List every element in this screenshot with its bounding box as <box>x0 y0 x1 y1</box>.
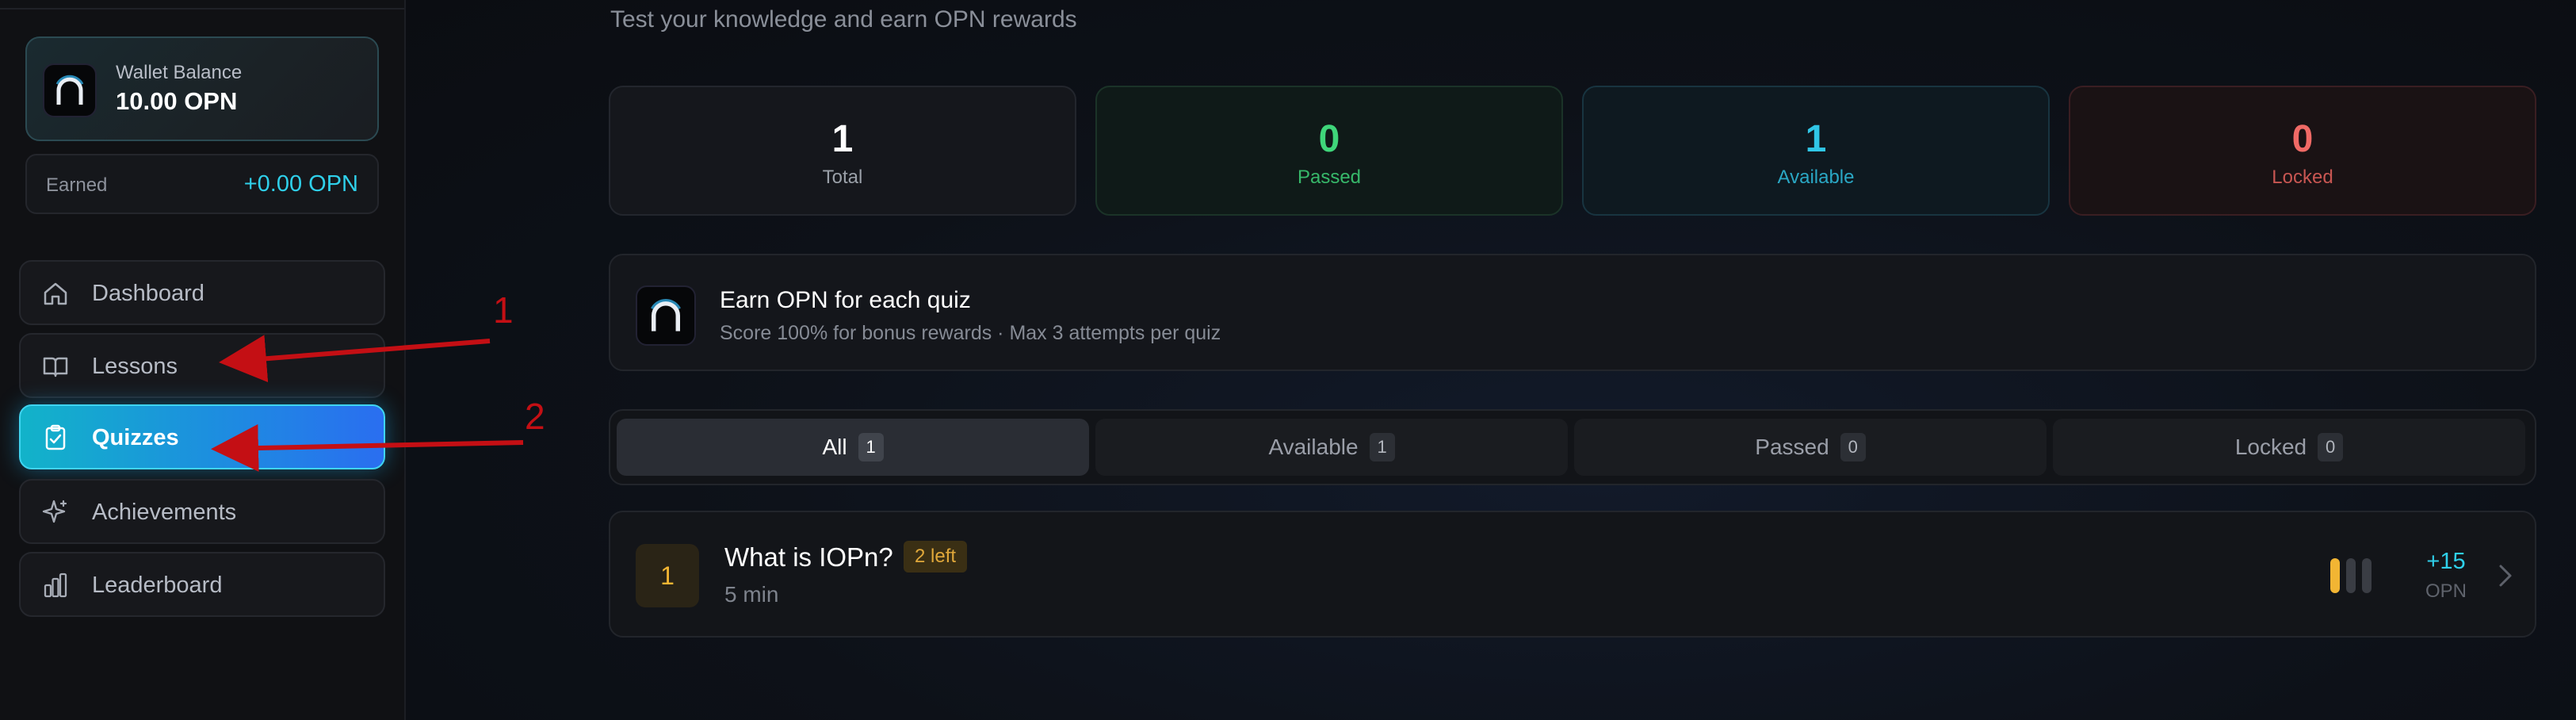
annotation-label-2: 2 <box>525 396 545 437</box>
sidebar-divider <box>0 8 404 10</box>
sidebar-item-achievements[interactable]: Achievements <box>19 479 385 544</box>
attempts-left-badge: 2 left <box>904 541 968 573</box>
attempt-bar <box>2346 558 2356 593</box>
tab-all[interactable]: All 1 <box>617 419 1089 476</box>
tab-label: Passed <box>1755 435 1829 459</box>
attempt-bar <box>2362 558 2372 593</box>
stat-value: 0 <box>1318 118 1340 160</box>
stat-value: 0 <box>2291 118 2314 160</box>
opn-logo-icon <box>43 63 97 117</box>
quiz-reward-unit: OPN <box>2425 580 2467 602</box>
quiz-title: What is IOPn? <box>724 542 893 572</box>
tab-passed[interactable]: Passed 0 <box>1574 419 2047 476</box>
sidebar-item-label: Quizzes <box>92 425 179 450</box>
earned-card: Earned +0.00 OPN <box>25 154 379 214</box>
sidebar-item-quizzes[interactable]: Quizzes <box>19 404 385 469</box>
book-icon <box>43 357 68 377</box>
quiz-filter-tabs: All 1 Available 1 Passed 0 Locked 0 <box>609 409 2536 485</box>
sidebar-item-lessons[interactable]: Lessons <box>19 333 385 398</box>
sidebar-item-label: Lessons <box>92 354 178 379</box>
wallet-balance-label: Wallet Balance <box>116 62 243 83</box>
home-icon <box>44 282 67 305</box>
sidebar-item-label: Leaderboard <box>92 573 223 598</box>
wallet-balance-value: 10.00 OPN <box>116 87 238 115</box>
wallet-card: Wallet Balance 10.00 OPN <box>25 36 379 141</box>
annotation-label-1: 1 <box>493 289 514 331</box>
quiz-number: 1 <box>636 544 699 607</box>
attempts-indicator <box>2330 558 2378 593</box>
attempt-bar <box>2330 558 2340 593</box>
earned-label: Earned <box>46 174 108 196</box>
opn-logo-icon <box>636 285 696 346</box>
reward-info-banner: Earn OPN for each quiz Score 100% for bo… <box>609 254 2536 371</box>
quiz-duration: 5 min <box>724 582 779 607</box>
sidebar-item-label: Achievements <box>92 500 237 525</box>
stat-label: Available <box>1777 167 1855 188</box>
stat-label: Passed <box>1297 167 1362 188</box>
stat-card-available: 1 Available <box>1582 86 2050 216</box>
tab-label: Locked <box>2234 435 2307 459</box>
stat-value: 1 <box>831 118 854 160</box>
quiz-card[interactable]: 1 What is IOPn? 2 left 5 min +15 OPN <box>609 511 2536 638</box>
stat-label: Total <box>822 167 863 188</box>
tab-label: Available <box>1268 435 1359 459</box>
page-subtitle: Test your knowledge and earn OPN rewards <box>610 6 1077 33</box>
tab-count-badge: 0 <box>2318 433 2344 461</box>
tab-available[interactable]: Available 1 <box>1095 419 1568 476</box>
stat-card-total: 1 Total <box>609 86 1076 216</box>
earned-value: +0.00 OPN <box>243 171 358 197</box>
tab-label: All <box>822 435 847 459</box>
banner-title: Earn OPN for each quiz <box>720 287 971 313</box>
clipboard-check-icon <box>45 424 66 450</box>
quiz-reward-amount: +15 <box>2426 549 2466 574</box>
banner-description: Score 100% for bonus rewards · Max 3 att… <box>720 322 1221 344</box>
chevron-right-icon <box>2499 565 2512 587</box>
stat-card-passed: 0 Passed <box>1095 86 1563 216</box>
bar-chart-icon <box>44 573 67 598</box>
sparkle-icon <box>42 500 67 523</box>
tab-count-badge: 0 <box>1840 433 1866 461</box>
sidebar-item-dashboard[interactable]: Dashboard <box>19 260 385 325</box>
stat-card-locked: 0 Locked <box>2069 86 2536 216</box>
sidebar: Wallet Balance 10.00 OPN Earned +0.00 OP… <box>0 0 406 720</box>
stat-label: Locked <box>2272 167 2333 188</box>
tab-locked[interactable]: Locked 0 <box>2053 419 2525 476</box>
tab-count-badge: 1 <box>1369 433 1395 461</box>
tab-count-badge: 1 <box>858 433 884 461</box>
sidebar-item-label: Dashboard <box>92 281 204 306</box>
stat-value: 1 <box>1805 118 1827 160</box>
sidebar-item-leaderboard[interactable]: Leaderboard <box>19 552 385 617</box>
